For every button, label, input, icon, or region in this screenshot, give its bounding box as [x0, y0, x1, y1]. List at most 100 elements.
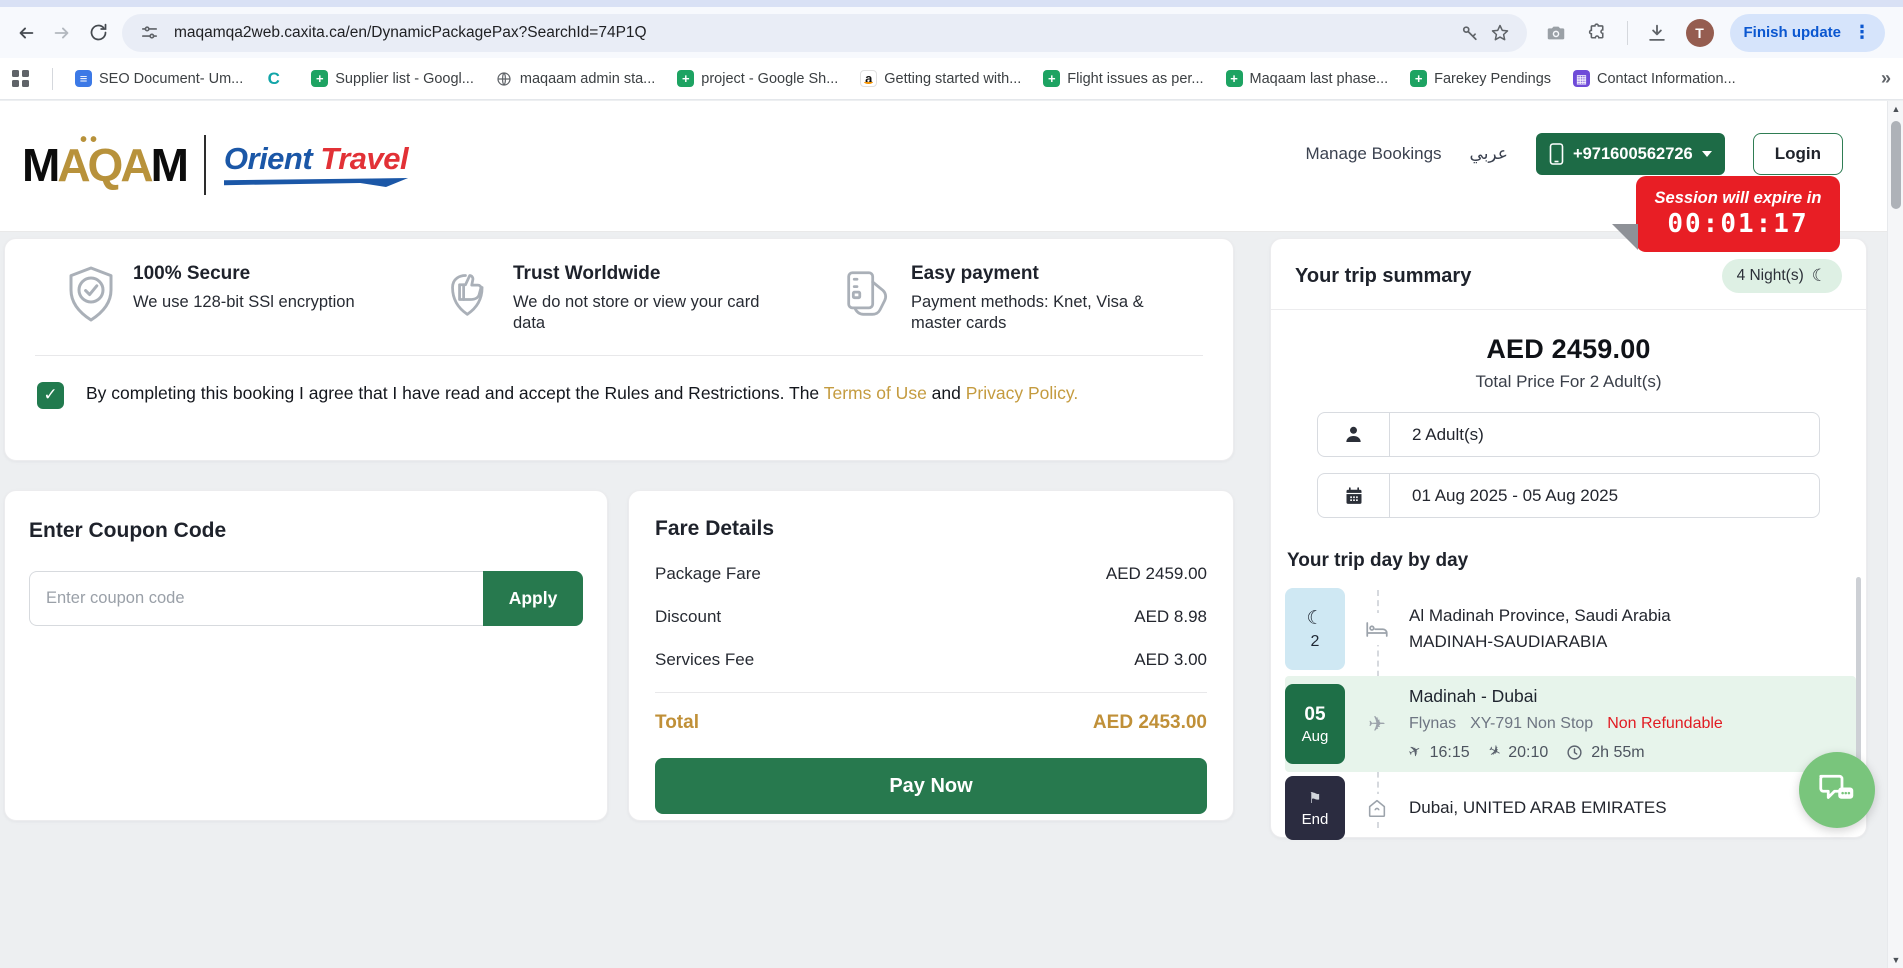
login-button[interactable]: Login — [1753, 133, 1843, 175]
price-subtitle: Total Price For 2 Adult(s) — [1271, 372, 1866, 392]
feature-payment: Easy payment Payment methods: Knet, Visa… — [845, 263, 1203, 335]
amazon-icon — [860, 70, 877, 87]
sheets-icon — [1043, 70, 1060, 87]
dates-value: 01 Aug 2025 - 05 Aug 2025 — [1390, 486, 1618, 506]
screenshot-camera-icon[interactable] — [1543, 20, 1569, 46]
downloads-icon[interactable] — [1644, 20, 1670, 46]
card-hand-icon — [845, 265, 893, 335]
bookmarks-bar: SEO Document- Um... Supplier list - Goog… — [0, 58, 1903, 100]
bookmark-project[interactable]: project - Google Sh... — [677, 70, 838, 87]
flight-meta: Flynas XY-791 Non Stop Non Refundable — [1409, 713, 1836, 735]
bookmarks-overflow-chevron[interactable]: » — [1881, 68, 1891, 89]
feature-desc: Payment methods: Knet, Visa & master car… — [911, 292, 1161, 335]
bookmark-flight-issues[interactable]: Flight issues as per... — [1043, 70, 1203, 87]
summary-rows: 2 Adult(s) 01 Aug 2025 - 05 Aug 2025 — [1317, 412, 1820, 518]
sheets-icon — [1410, 70, 1427, 87]
fare-total-row: Total AED 2453.00 — [655, 712, 1207, 734]
landing-icon — [1488, 742, 1501, 762]
pay-now-button[interactable]: Pay Now — [655, 758, 1207, 814]
agreement-text: By completing this booking I agree that … — [86, 382, 1078, 406]
scroll-up-arrow[interactable]: ▲ — [1888, 101, 1903, 117]
panel-scrollbar-thumb[interactable] — [1856, 577, 1861, 767]
bookmark-maqaam-admin[interactable]: maqaam admin sta... — [496, 70, 655, 87]
scrollbar-thumb[interactable] — [1891, 121, 1901, 209]
refund-status: Non Refundable — [1607, 713, 1723, 735]
passengers-value: 2 Adult(s) — [1390, 425, 1484, 445]
apps-grid-icon[interactable] — [12, 70, 30, 88]
browser-menu-icon[interactable] — [1853, 22, 1871, 43]
phone-icon — [1549, 143, 1564, 165]
phone-number-button[interactable]: +971600562726 — [1536, 133, 1725, 175]
chat-widget-button[interactable] — [1799, 752, 1875, 828]
calendar-icon — [1318, 474, 1390, 517]
flag-icon — [1308, 789, 1321, 808]
bookmark-farekey-pendings[interactable]: Farekey Pendings — [1410, 70, 1551, 87]
toolbar-separator — [1627, 21, 1628, 45]
terms-checkbox[interactable] — [37, 382, 64, 409]
sheets-icon — [311, 70, 328, 87]
bookmark-c-site[interactable] — [265, 70, 289, 87]
bookmark-star-icon[interactable] — [1485, 18, 1515, 48]
fare-details-card: Fare Details Package Fare AED 2459.00 Di… — [628, 490, 1234, 821]
finish-update-button[interactable]: Finish update — [1730, 14, 1886, 52]
summary-divider — [1271, 309, 1866, 310]
timeline-flight-item[interactable]: 05 Aug Madinah - Dubai Flynas XY-791 Non… — [1285, 676, 1856, 772]
apply-coupon-button[interactable]: Apply — [483, 571, 583, 626]
bookmark-getting-started[interactable]: Getting started with... — [860, 70, 1021, 87]
bookmark-maqaam-last-phase[interactable]: Maqaam last phase... — [1226, 70, 1389, 87]
timeline-stay-item[interactable]: 2 Al Madinah Province, Saudi Arabia MADI… — [1285, 582, 1856, 676]
trip-end-badge: End — [1285, 776, 1345, 840]
site-info-icon[interactable] — [134, 18, 164, 48]
feature-secure: 100% Secure We use 128-bit SSl encryptio… — [67, 263, 447, 335]
timeline-end-item[interactable]: End Dubai, UNITED ARAB EMIRATES — [1285, 772, 1856, 844]
dates-row: 01 Aug 2025 - 05 Aug 2025 — [1317, 473, 1820, 518]
feature-title: Easy payment — [911, 263, 1161, 285]
arrival-time: 20:10 — [1508, 742, 1548, 764]
bookmark-contact-information[interactable]: Contact Information... — [1573, 70, 1736, 87]
session-countdown-timer: 00:01:17 — [1667, 209, 1808, 239]
window-scrollbar[interactable]: ▲ ▼ — [1887, 101, 1903, 968]
profile-avatar[interactable]: T — [1686, 19, 1714, 47]
reload-icon[interactable] — [80, 15, 116, 51]
stay-nights-badge: 2 — [1285, 588, 1345, 670]
orient-travel-logo: Orient Travel — [224, 143, 408, 187]
stay-location: Al Madinah Province, Saudi Arabia MADINA… — [1409, 605, 1856, 654]
feature-desc: We do not store or view your card data — [513, 292, 763, 335]
c-logo-icon — [265, 70, 282, 87]
password-key-icon[interactable] — [1455, 18, 1485, 48]
end-location: Dubai, UNITED ARAB EMIRATES — [1409, 797, 1856, 820]
coupon-row: Apply — [29, 571, 583, 626]
trip-summary-panel: Your trip summary 4 Night(s) AED 2459.00… — [1270, 238, 1867, 838]
trust-shield-icon — [447, 265, 495, 335]
language-switch-link[interactable]: عربي — [1470, 144, 1508, 164]
sheets-icon — [1226, 70, 1243, 87]
url-text[interactable]: maqamqa2web.caxita.ca/en/DynamicPackageP… — [174, 24, 1455, 42]
phone-number: +971600562726 — [1573, 145, 1693, 164]
feature-desc: We use 128-bit SSl encryption — [133, 292, 355, 313]
bookmarks-separator — [52, 68, 53, 90]
site-header: ••MAQAM Orient Travel Manage Bookings عر… — [0, 101, 1903, 232]
coupon-code-input[interactable] — [29, 571, 483, 626]
privacy-policy-link[interactable]: Privacy Policy. — [966, 383, 1078, 403]
bookmark-seo-document[interactable]: SEO Document- Um... — [75, 70, 243, 87]
logo-group[interactable]: ••MAQAM Orient Travel — [22, 135, 408, 195]
fare-row-services: Services Fee AED 3.00 — [655, 650, 1207, 670]
flight-number: XY-791 Non Stop — [1470, 713, 1593, 735]
extensions-puzzle-icon[interactable] — [1585, 20, 1611, 46]
forward-icon[interactable] — [44, 15, 80, 51]
price-block: AED 2459.00 Total Price For 2 Adult(s) — [1271, 334, 1866, 392]
chat-bubbles-icon — [1817, 772, 1857, 808]
fare-divider — [655, 692, 1207, 693]
back-icon[interactable] — [8, 15, 44, 51]
coupon-card: Enter Coupon Code Apply — [4, 490, 608, 821]
address-bar[interactable]: maqamqa2web.caxita.ca/en/DynamicPackageP… — [122, 14, 1527, 52]
flight-details: Madinah - Dubai Flynas XY-791 Non Stop N… — [1409, 685, 1856, 764]
manage-bookings-link[interactable]: Manage Bookings — [1305, 144, 1441, 164]
terms-of-use-link[interactable]: Terms of Use — [824, 383, 927, 403]
flight-date-badge: 05 Aug — [1285, 684, 1345, 764]
chevron-down-icon — [1702, 151, 1712, 157]
scroll-down-arrow[interactable]: ▼ — [1888, 952, 1903, 968]
person-icon — [1318, 413, 1390, 456]
security-info-card: 100% Secure We use 128-bit SSl encryptio… — [4, 238, 1234, 461]
bookmark-supplier-list[interactable]: Supplier list - Googl... — [311, 70, 474, 87]
